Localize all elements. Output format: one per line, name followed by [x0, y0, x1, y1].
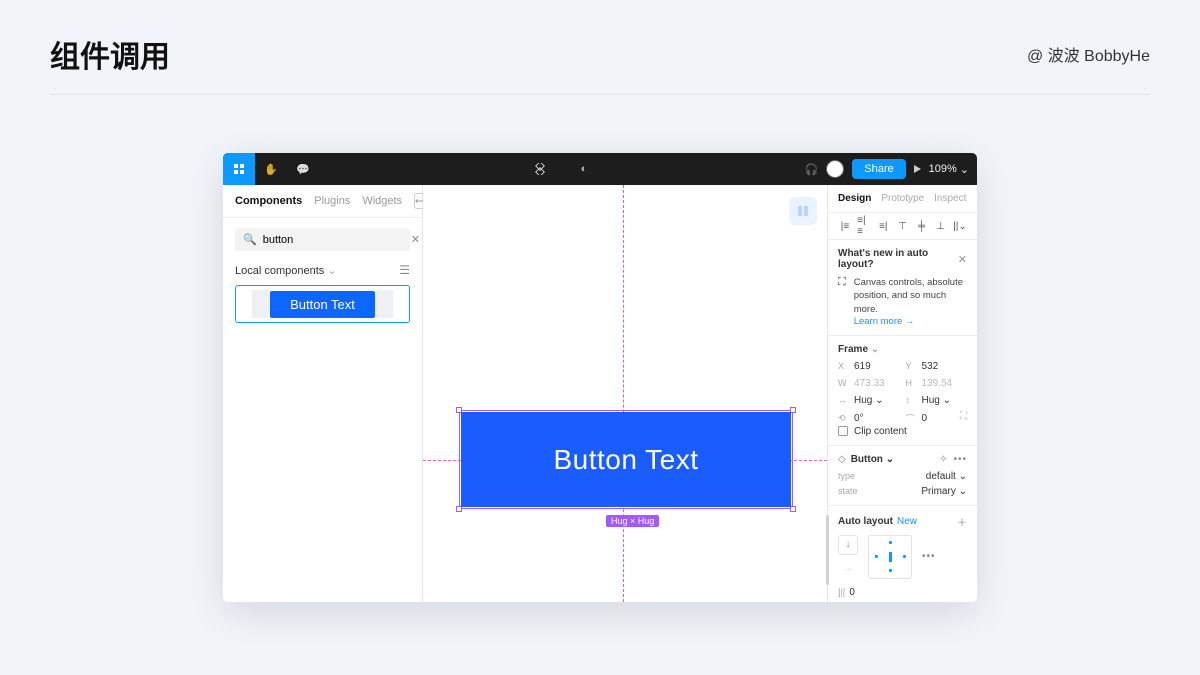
left-panel: Components Plugins Widgets ⟵ 🔍 ✕ Local c…: [223, 185, 423, 602]
tab-plugins[interactable]: Plugins: [314, 195, 350, 207]
tab-inspect[interactable]: Inspect: [934, 193, 966, 204]
clip-content-label: Clip content: [854, 426, 907, 437]
instance-section: ◇ Button ⌄ ✧ ••• type default ⌄ state: [828, 446, 977, 506]
thumb-cap-right: [375, 290, 393, 318]
autolayout-icon: [796, 204, 810, 218]
whats-new-panel: What's new in auto layout? ✕ ⛶ Canvas co…: [828, 240, 977, 336]
instance-options-button[interactable]: •••: [953, 454, 967, 465]
divider: [50, 94, 1150, 95]
add-autolayout-button[interactable]: ＋: [957, 514, 967, 529]
chevron-down-icon: ⌄: [871, 344, 879, 355]
frame-rotation-input[interactable]: 0°: [854, 413, 900, 424]
autolayout-title: Auto layout: [838, 516, 893, 527]
right-panel: Design Prototype Inspect |≡ ≡|≡ ≡| ⊤ ╪ ⊥…: [827, 185, 977, 602]
zoom-value: 109%: [929, 163, 957, 175]
align-controls: |≡ ≡|≡ ≡| ⊤ ╪ ⊥ ||⌄: [828, 213, 977, 240]
list-view-toggle[interactable]: ☰: [399, 263, 410, 277]
guide-vertical: [623, 185, 624, 602]
align-right-button[interactable]: ≡|: [876, 219, 890, 233]
tab-components[interactable]: Components: [235, 195, 302, 207]
new-badge: New: [897, 516, 917, 527]
hand-icon: ✋: [264, 163, 278, 176]
search-icon: 🔍: [243, 233, 257, 246]
frame-w-input[interactable]: 473.33: [854, 378, 900, 389]
gap-input[interactable]: 0: [849, 587, 855, 598]
top-toolbar: ✋ 💬 ◐ 🎧 Share 109%⌄: [223, 153, 977, 185]
search-input[interactable]: [263, 234, 405, 246]
learn-more-link[interactable]: Learn more →: [854, 316, 967, 327]
align-top-button[interactable]: ⊤: [895, 219, 909, 233]
move-tool-button[interactable]: ✋: [255, 153, 287, 185]
frame-section-title[interactable]: Frame: [838, 344, 868, 355]
slide-title: 组件调用: [50, 32, 170, 76]
align-hcenter-button[interactable]: ≡|≡: [857, 219, 871, 233]
chevron-down-icon: ⌄: [960, 163, 969, 176]
gap-icon: ]|[: [838, 587, 845, 597]
distribute-button[interactable]: ||⌄: [953, 219, 967, 233]
instance-name[interactable]: Button ⌄: [851, 454, 894, 465]
frame-y-input[interactable]: 532: [922, 361, 968, 372]
diamond-icon: [534, 163, 546, 175]
canvas[interactable]: Button Text Hug × Hug: [423, 185, 827, 602]
tab-widgets[interactable]: Widgets: [362, 195, 402, 207]
thumb-cap-left: [252, 290, 270, 318]
thumb-button-label: Button Text: [270, 291, 375, 318]
autolayout-more-button[interactable]: •••: [922, 551, 936, 562]
goto-main-button[interactable]: ✧: [939, 454, 947, 465]
scrollbar[interactable]: [826, 515, 829, 585]
prop-state-label: state: [838, 486, 858, 496]
selection-size-tag: Hug × Hug: [606, 515, 659, 527]
whats-new-body: Canvas controls, absolute position, and …: [854, 276, 967, 316]
frame-h-input[interactable]: 139.54: [922, 378, 968, 389]
chevron-down-icon: ⌄: [327, 265, 336, 277]
share-button[interactable]: Share: [852, 159, 905, 179]
comment-tool-button[interactable]: 💬: [287, 153, 319, 185]
close-icon[interactable]: ✕: [958, 253, 967, 266]
slide-author: @ 波波 BobbyHe: [1027, 42, 1150, 66]
component-thumbnail[interactable]: Button Text: [235, 285, 410, 323]
frame-vresize-select[interactable]: Hug ⌄: [922, 395, 968, 406]
independent-corners-button[interactable]: ⛶: [960, 411, 967, 422]
present-button[interactable]: [914, 165, 921, 173]
right-tabs: Design Prototype Inspect: [828, 185, 977, 213]
tab-prototype[interactable]: Prototype: [881, 193, 924, 204]
direction-vertical-button[interactable]: ↓: [838, 535, 858, 555]
autolayout-section: Auto layout New ＋ ↓ → •••: [828, 506, 977, 602]
absolute-position-icon: ⛶: [838, 276, 846, 327]
prop-state-select[interactable]: Primary ⌄: [921, 486, 967, 497]
whats-new-title: What's new in auto layout?: [838, 248, 958, 270]
align-left-button[interactable]: |≡: [838, 219, 852, 233]
local-components-header[interactable]: Local components ⌄: [235, 264, 337, 277]
half-circle-icon: ◐: [580, 163, 587, 175]
clip-content-checkbox[interactable]: [838, 426, 848, 436]
frame-hresize-select[interactable]: Hug ⌄: [854, 395, 900, 406]
direction-horizontal-button[interactable]: →: [838, 559, 858, 579]
frame-x-input[interactable]: 619: [854, 361, 900, 372]
mask-tool-button[interactable]: ◐: [568, 153, 600, 185]
clear-icon[interactable]: ✕: [411, 233, 420, 246]
figma-window: ✋ 💬 ◐ 🎧 Share 109%⌄ Components: [223, 153, 977, 602]
frame-section: Frame ⌄ X619 Y532 W473.33 H139.54 ↔Hug ⌄…: [828, 336, 977, 446]
prop-type-label: type: [838, 471, 855, 481]
left-tabs: Components Plugins Widgets ⟵: [223, 185, 422, 218]
autolayout-canvas-control[interactable]: [789, 197, 817, 225]
alignment-control[interactable]: [868, 535, 912, 579]
main-menu-button[interactable]: [223, 153, 255, 185]
component-tool-button[interactable]: [524, 153, 556, 185]
comment-icon: 💬: [296, 163, 310, 176]
avatar[interactable]: [826, 160, 844, 178]
align-vcenter-button[interactable]: ╪: [915, 219, 929, 233]
headphones-icon[interactable]: 🎧: [805, 163, 819, 176]
tab-design[interactable]: Design: [838, 193, 871, 204]
instance-icon: ◇: [838, 454, 846, 465]
search-field[interactable]: 🔍 ✕: [235, 228, 410, 251]
zoom-control[interactable]: 109%⌄: [929, 163, 969, 176]
prop-type-select[interactable]: default ⌄: [926, 471, 967, 482]
canvas-button-instance[interactable]: Button Text: [461, 412, 791, 507]
grid-icon: [233, 163, 245, 175]
align-bottom-button[interactable]: ⊥: [934, 219, 948, 233]
